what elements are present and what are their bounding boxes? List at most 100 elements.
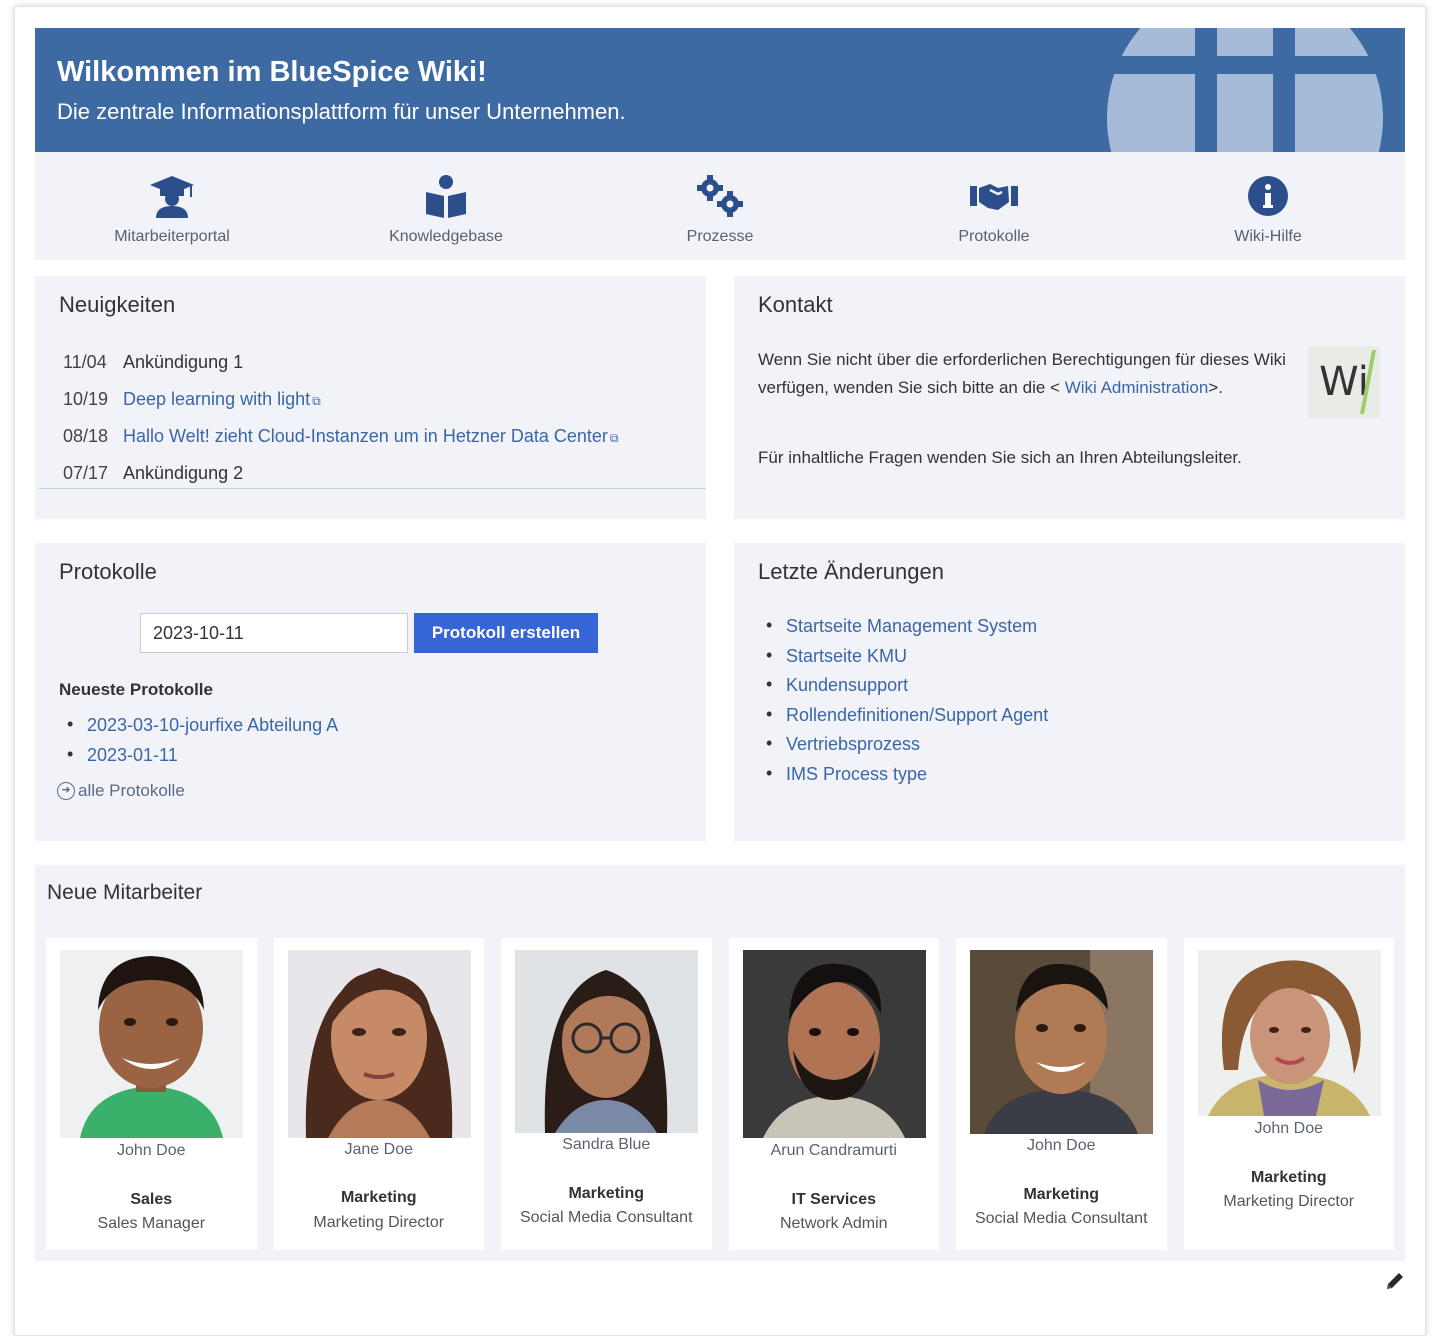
news-date: 07/17	[63, 463, 109, 483]
cogs-icon	[697, 175, 743, 217]
news-item: 10/19 Deep learning with light ⧉	[63, 389, 693, 426]
news-item: 11/04 Ankündigung 1	[63, 352, 693, 389]
employee-card[interactable]: Sandra Blue Marketing Social Media Consu…	[501, 938, 712, 1250]
recent-changes-panel: Letzte Änderungen Startseite Management …	[734, 543, 1405, 841]
employee-name[interactable]: John Doe	[46, 1142, 257, 1160]
change-link[interactable]: Vertriebsprozess	[758, 733, 1048, 764]
employee-card[interactable]: John Doe Sales Sales Manager	[46, 938, 257, 1250]
employee-cards: John Doe Sales Sales Manager Jane Doe Ma…	[46, 938, 1394, 1250]
checkmark-icon	[1360, 350, 1376, 414]
employee-name[interactable]: John Doe	[1184, 1120, 1395, 1138]
divider	[39, 488, 706, 489]
change-link[interactable]: Kundensupport	[758, 674, 1048, 705]
employee-role: Social Media Consultant	[974, 1210, 1148, 1227]
arrow-circle-icon: ➜	[57, 782, 75, 800]
change-link[interactable]: Startseite KMU	[758, 645, 1048, 676]
welcome-banner: Wilkommen im BlueSpice Wiki! Die zentral…	[35, 28, 1405, 152]
quicklink-prozesse[interactable]: Prozesse	[583, 152, 857, 260]
quicklink-mitarbeiterportal[interactable]: Mitarbeiterportal	[35, 152, 309, 260]
banner-subtitle: Die zentrale Informationsplattform für u…	[57, 99, 626, 124]
contact-text-part: >.	[1208, 378, 1223, 397]
employee-photo	[742, 950, 926, 1138]
employee-name[interactable]: Arun Candramurti	[729, 1142, 940, 1160]
news-date: 08/18	[63, 426, 109, 446]
contact-text-secondary: Für inhaltliche Fragen wenden Sie sich a…	[758, 448, 1242, 467]
news-link-text: Hallo Welt! zieht Cloud-Instanzen um in …	[123, 426, 608, 446]
news-text: Ankündigung 2	[123, 463, 244, 483]
contact-title: Kontakt	[758, 292, 833, 317]
employee-department: Marketing	[340, 1189, 417, 1206]
change-link[interactable]: Rollendefinitionen/Support Agent	[758, 704, 1048, 735]
change-link[interactable]: IMS Process type	[758, 763, 1048, 794]
employee-role: Sales Manager	[97, 1215, 206, 1232]
employee-photo	[287, 950, 471, 1138]
wiki-admin-link[interactable]: Wiki Administration	[1065, 378, 1209, 397]
news-link[interactable]: Hallo Welt! zieht Cloud-Instanzen um in …	[123, 426, 618, 463]
employee-photo	[970, 950, 1153, 1134]
employee-photo	[1197, 950, 1381, 1116]
quicklink-label: Knowledgebase	[389, 228, 503, 245]
contact-panel: Kontakt Wenn Sie nicht über die erforder…	[734, 276, 1405, 519]
employee-role: Social Media Consultant	[519, 1209, 693, 1226]
quicklink-label: Prozesse	[686, 228, 754, 245]
employee-name[interactable]: Sandra Blue	[501, 1136, 712, 1154]
protocol-list: 2023-03-10-jourfixe Abteilung A 2023-01-…	[59, 714, 338, 775]
quicklink-knowledgebase[interactable]: Knowledgebase	[309, 152, 583, 260]
news-title: Neuigkeiten	[59, 292, 176, 317]
employee-department: Sales	[130, 1191, 173, 1208]
all-protocols-label: alle Protokolle	[78, 781, 185, 800]
protocols-title: Protokolle	[59, 559, 157, 584]
latest-protocols-heading: Neueste Protokolle	[59, 680, 213, 699]
news-text: Ankündigung 1	[123, 352, 244, 372]
quicklink-wiki-hilfe[interactable]: Wiki-Hilfe	[1131, 152, 1405, 260]
quicklink-protokolle[interactable]: Protokolle	[857, 152, 1131, 260]
employee-role: Network Admin	[779, 1215, 888, 1232]
handshake-icon	[970, 184, 1018, 210]
employee-name[interactable]: Jane Doe	[274, 1141, 485, 1159]
employee-card[interactable]: John Doe Marketing Social Media Consulta…	[956, 938, 1167, 1250]
employee-card[interactable]: John Doe Marketing Marketing Director	[1183, 938, 1395, 1250]
protocol-date-input[interactable]	[140, 613, 408, 653]
all-protocols-link[interactable]: ➜ alle Protokolle	[57, 781, 185, 801]
news-panel: Neuigkeiten 11/04 Ankündigung 1 10/19 De…	[35, 276, 706, 519]
employee-photo	[60, 950, 243, 1138]
new-employees-panel: Neue Mitarbeiter John Doe Sales Sales Ma…	[35, 865, 1405, 1261]
wiki-logo: Wi	[1308, 346, 1380, 418]
employee-photo	[515, 950, 698, 1133]
news-date: 10/19	[63, 389, 109, 409]
employee-card[interactable]: Arun Candramurti IT Services Network Adm…	[728, 938, 940, 1250]
globe-icon	[1095, 28, 1395, 152]
external-link-icon: ⧉	[312, 394, 321, 408]
new-employees-title: Neue Mitarbeiter	[47, 881, 203, 904]
pencil-icon[interactable]	[1384, 1270, 1406, 1292]
recent-changes-list: Startseite Management System Startseite …	[758, 615, 1048, 794]
news-list: 11/04 Ankündigung 1 10/19 Deep learning …	[63, 352, 693, 500]
employee-name[interactable]: John Doe	[956, 1137, 1167, 1155]
employee-department: IT Services	[791, 1191, 877, 1208]
employee-card[interactable]: Jane Doe Marketing Marketing Director	[273, 938, 485, 1250]
protocol-link[interactable]: 2023-03-10-jourfixe Abteilung A	[59, 714, 338, 745]
banner-title: Wilkommen im BlueSpice Wiki!	[57, 56, 487, 88]
reader-icon	[426, 175, 466, 218]
quicklink-label: Mitarbeiterportal	[114, 228, 230, 245]
employee-role: Marketing Director	[313, 1214, 445, 1231]
protocols-panel: Protokolle Protokoll erstellen Neueste P…	[35, 543, 706, 841]
quicklinks-bar: Mitarbeiterportal Knowledgebase Prozesse	[35, 152, 1405, 260]
graduation-cap-icon	[150, 176, 194, 218]
employee-department: Marketing	[1250, 1169, 1327, 1186]
news-link-text: Deep learning with light	[123, 389, 311, 409]
news-item: 08/18 Hallo Welt! zieht Cloud-Instanzen …	[63, 426, 693, 463]
external-link-icon: ⧉	[609, 431, 619, 445]
contact-text: Wenn Sie nicht über die erforderlichen B…	[758, 346, 1298, 402]
quicklink-label: Protokolle	[958, 228, 1030, 245]
protocol-link[interactable]: 2023-01-11	[59, 744, 338, 775]
employee-department: Marketing	[1023, 1186, 1100, 1203]
employee-role: Marketing Director	[1223, 1193, 1355, 1210]
create-protocol-button[interactable]: Protokoll erstellen	[414, 613, 598, 653]
info-circle-icon	[1248, 176, 1288, 216]
quicklink-label: Wiki-Hilfe	[1234, 228, 1302, 245]
recent-changes-title: Letzte Änderungen	[758, 559, 944, 584]
employee-department: Marketing	[568, 1185, 645, 1202]
news-link[interactable]: Deep learning with light ⧉	[123, 389, 321, 426]
change-link[interactable]: Startseite Management System	[758, 615, 1048, 646]
